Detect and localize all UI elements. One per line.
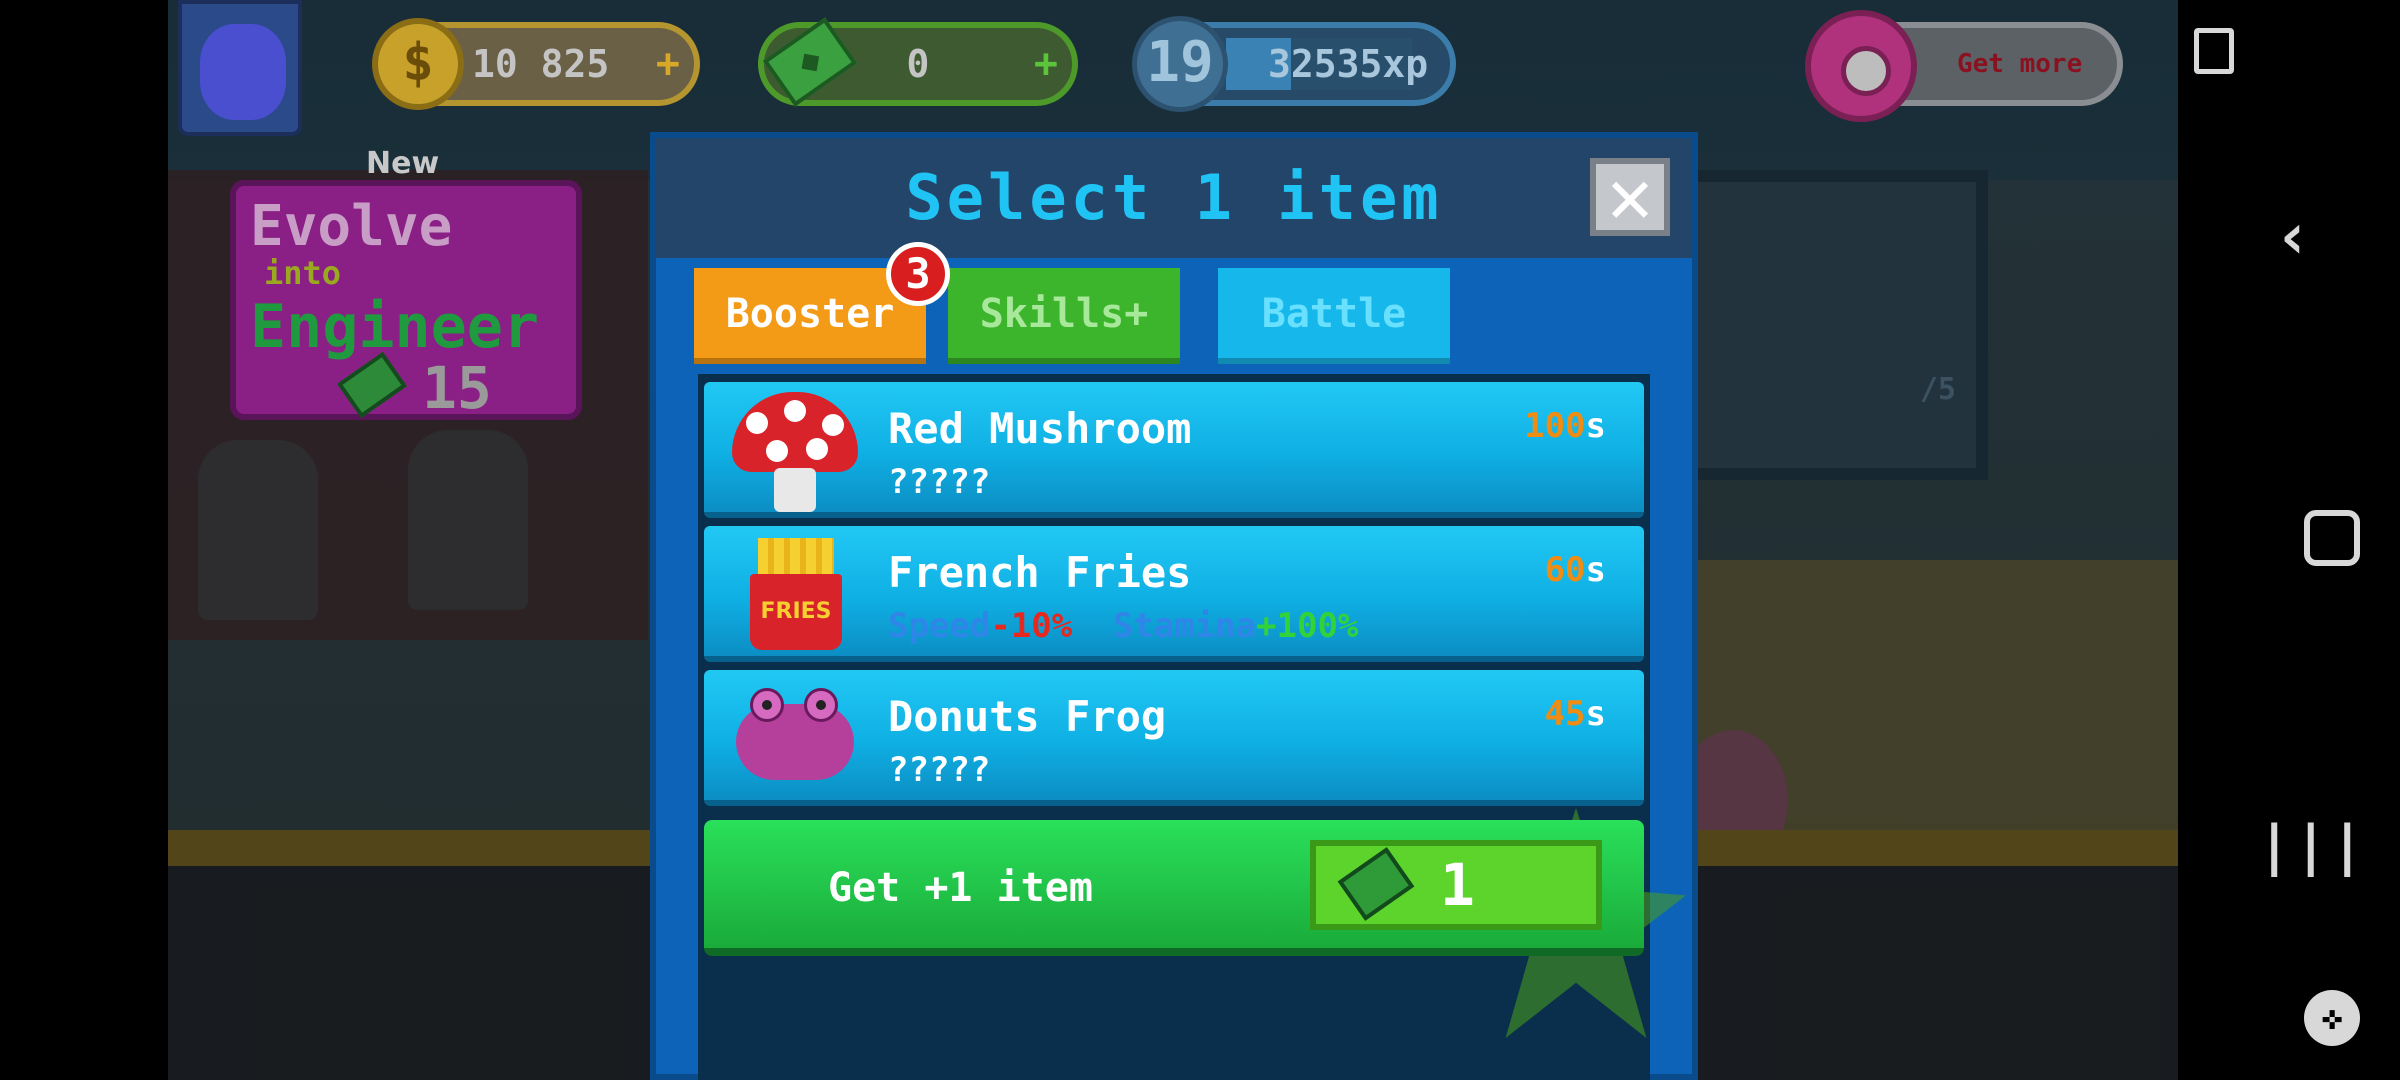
list-item-red-mushroom[interactable]: Red Mushroom ????? 100s: [704, 382, 1644, 518]
add-cash-icon[interactable]: +: [1034, 28, 1058, 100]
extra-item-cost: 1: [1440, 851, 1475, 919]
evolve-target: Engineer: [250, 292, 539, 362]
donuts-frog-icon: [728, 688, 862, 788]
evolve-title: Evolve: [250, 194, 453, 259]
donut-icon: [1805, 10, 1917, 122]
new-label: New: [366, 146, 440, 181]
coin-icon: $: [372, 18, 464, 110]
item-duration: 100s: [1524, 406, 1606, 446]
tab-skills[interactable]: Skills+: [948, 268, 1180, 364]
xp-counter[interactable]: 19 32535xp: [1132, 16, 1456, 112]
close-button[interactable]: ✕: [1590, 158, 1670, 236]
item-stats: Speed-10% Stamina+100%: [888, 606, 1359, 646]
booster-count-badge: 3: [886, 242, 950, 306]
cash-counter[interactable]: ◆ 0 +: [758, 17, 1078, 107]
avatar-icon: [200, 24, 286, 120]
item-description: ?????: [888, 462, 991, 502]
red-mushroom-icon: [732, 392, 862, 512]
player-avatar[interactable]: [178, 0, 302, 136]
recent-apps-icon[interactable]: |||: [2258, 814, 2364, 877]
item-name: Red Mushroom: [888, 404, 1192, 453]
evolve-cost: 15: [422, 354, 492, 422]
game-viewport: /5 $ 10 825 + ◆ 0 + 19 32535xp Get more …: [168, 0, 2178, 1080]
get-more-donuts-button[interactable]: Get more: [1805, 10, 2123, 122]
xp-value: 32535xp: [1268, 42, 1429, 86]
item-name: French Fries: [888, 548, 1192, 597]
list-item-donuts-frog[interactable]: Donuts Frog ????? 45s: [704, 670, 1644, 806]
buy-extra-item-button[interactable]: 1: [1310, 840, 1602, 930]
coins-value: 10 825: [472, 42, 610, 86]
system-navigation-bar: ‹ ||| ✜: [2178, 0, 2400, 1080]
screen-capture-icon[interactable]: [2194, 28, 2234, 74]
evolve-button[interactable]: Evolve into Engineer 15: [230, 180, 582, 422]
dialog-title: Select 1 item: [905, 161, 1443, 234]
coins-counter[interactable]: $ 10 825 +: [372, 18, 700, 110]
game-tools-icon[interactable]: ✜: [2304, 990, 2360, 1046]
add-coins-icon[interactable]: +: [656, 28, 680, 100]
tab-battle[interactable]: Battle: [1218, 268, 1450, 364]
select-item-dialog: Select 1 item ✕ Booster Skills+ Battle 3…: [650, 132, 1698, 1080]
get-more-label: Get more: [1957, 49, 2083, 79]
item-duration: 45s: [1544, 694, 1606, 734]
home-icon[interactable]: [2304, 510, 2360, 566]
get-extra-item-button[interactable]: Get +1 item 1: [704, 820, 1644, 956]
cash-value: 0: [906, 42, 930, 86]
evolve-into: into: [264, 254, 342, 292]
item-name: Donuts Frog: [888, 692, 1167, 741]
item-duration: 60s: [1544, 550, 1606, 590]
dialog-header: Select 1 item ✕: [656, 138, 1692, 258]
french-fries-icon: FRIES: [750, 538, 842, 650]
get-extra-item-label: Get +1 item: [828, 865, 1093, 911]
back-icon[interactable]: ‹: [2258, 200, 2328, 274]
level-icon: 19: [1132, 16, 1228, 112]
item-description: ?????: [888, 750, 991, 790]
cash-icon: [1337, 847, 1415, 921]
list-item-french-fries[interactable]: FRIES French Fries Speed-10% Stamina+100…: [704, 526, 1644, 662]
